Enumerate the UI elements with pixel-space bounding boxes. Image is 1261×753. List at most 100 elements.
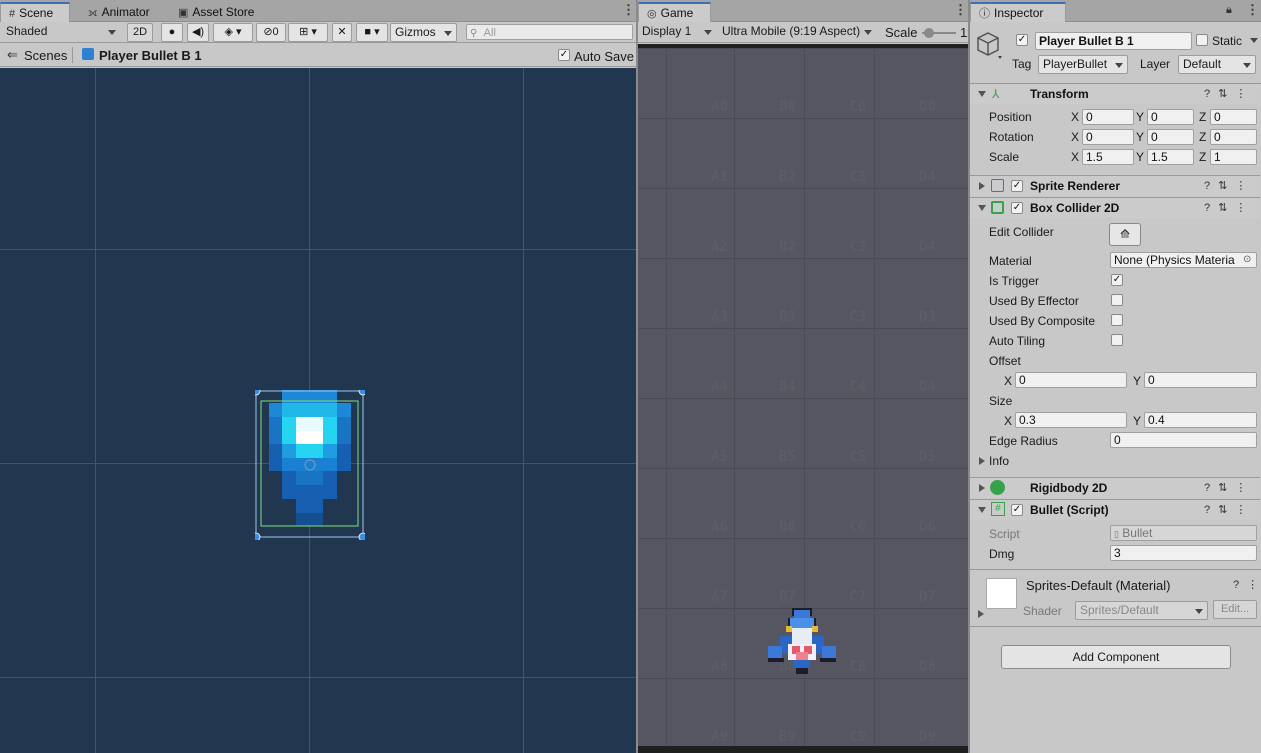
material-field[interactable]: None (Physics Materia (1110, 252, 1257, 268)
box-collider-enabled-checkbox[interactable]: ✓ (1011, 202, 1023, 214)
tab-inspector[interactable]: ⓘ Inspector (970, 2, 1066, 22)
lighting-icon[interactable]: ● (161, 23, 183, 42)
component-header-icons[interactable]: ?⇅⋮ (1204, 179, 1254, 192)
menu-icon[interactable]: ⋮ (1247, 579, 1261, 591)
scale-slider-thumb[interactable] (924, 28, 934, 38)
scene-menu-icon[interactable]: ⋮ (622, 3, 635, 16)
preset-icon[interactable]: ⇅ (1218, 88, 1235, 100)
info-fold-icon[interactable] (979, 457, 985, 465)
breadcrumb-object[interactable]: Player Bullet B 1 (99, 48, 202, 63)
gizmos-dropdown[interactable]: Gizmos (390, 23, 457, 42)
tab-scene[interactable]: # Scene (0, 2, 70, 22)
info-label[interactable]: Info (989, 454, 1009, 468)
object-name-input[interactable]: Player Bullet B 1 (1035, 32, 1192, 50)
offset-y-field[interactable]: 0 (1144, 372, 1257, 388)
auto-tiling-checkbox[interactable] (1111, 334, 1123, 346)
position-y-field[interactable]: 0 (1147, 109, 1194, 125)
sprite-renderer-fold-icon[interactable] (979, 182, 985, 190)
gameobject-cube-icon[interactable] (976, 30, 1004, 60)
menu-icon[interactable]: ⋮ (1235, 180, 1254, 192)
preset-icon[interactable]: ⇅ (1218, 482, 1235, 494)
box-collider-header[interactable]: ✓ Box Collider 2D ?⇅⋮ (970, 197, 1260, 218)
size-y-field[interactable]: 0.4 (1144, 412, 1257, 428)
transform-fold-icon[interactable] (978, 91, 986, 97)
display-dropdown[interactable]: Display 1 (638, 23, 716, 42)
game-viewport[interactable]: A0 B0 C0 D0 A1 B2 C3 D4 A2 B2 C3 D4 A3 B3 C3 D3 A4 B4 C4 D4… (638, 44, 968, 753)
used-by-composite-checkbox[interactable] (1111, 314, 1123, 326)
audio-icon[interactable]: ◀) (187, 23, 209, 42)
tools-icon[interactable]: ✕ (332, 23, 352, 42)
object-picker-icon[interactable]: ⊙ (1243, 254, 1251, 265)
component-header-icons[interactable]: ?⇅⋮ (1204, 481, 1254, 494)
rotation-y-field[interactable]: 0 (1147, 129, 1194, 145)
used-by-effector-checkbox[interactable] (1111, 294, 1123, 306)
bullet-script-enabled-checkbox[interactable]: ✓ (1011, 504, 1023, 516)
menu-icon[interactable]: ⋮ (1235, 482, 1254, 494)
aspect-dropdown[interactable]: Ultra Mobile (9:19 Aspect) (718, 23, 876, 42)
tag-dropdown[interactable]: PlayerBullet (1038, 55, 1128, 74)
position-x-field[interactable]: 0 (1082, 109, 1134, 125)
help-icon[interactable]: ? (1204, 504, 1218, 516)
add-component-button[interactable]: Add Component (1001, 645, 1231, 669)
scene-viewport[interactable] (0, 68, 636, 753)
preset-icon[interactable]: ⇅ (1218, 504, 1235, 516)
object-active-checkbox[interactable]: ✓ (1016, 34, 1028, 46)
transform-header[interactable]: ⅄ Transform ?⇅⋮ (970, 83, 1260, 104)
camera-icon[interactable]: ■ ▾ (356, 23, 388, 42)
scene-search-input[interactable]: ⚲ All (466, 24, 633, 40)
help-icon[interactable]: ? (1233, 579, 1247, 591)
grid-snap-icon[interactable]: ⊞ ▾ (288, 23, 328, 42)
scale-y-field[interactable]: 1.5 (1147, 149, 1194, 165)
static-dropdown-icon[interactable] (1250, 38, 1258, 43)
breadcrumb-scenes[interactable]: Scenes (24, 48, 67, 63)
edit-collider-button[interactable]: ⟰ (1109, 223, 1141, 246)
tab-asset-store[interactable]: ▣ Asset Store (170, 2, 262, 22)
scale-z-field[interactable]: 1 (1210, 149, 1257, 165)
game-menu-icon[interactable]: ⋮ (954, 3, 967, 16)
component-header-icons[interactable]: ?⇅⋮ (1204, 201, 1254, 214)
rigidbody-fold-icon[interactable] (979, 484, 985, 492)
rotation-x-field[interactable]: 0 (1082, 129, 1134, 145)
shading-mode-dropdown[interactable]: Shaded (2, 23, 120, 42)
hidden-objects-toggle[interactable]: ⊘0 (256, 23, 286, 42)
inspector-menu-icon[interactable]: ⋮ (1246, 3, 1259, 16)
scale-x-field[interactable]: 1.5 (1082, 149, 1134, 165)
scale-slider[interactable] (922, 28, 956, 38)
position-z-field[interactable]: 0 (1210, 109, 1257, 125)
help-icon[interactable]: ? (1204, 482, 1218, 494)
sprite-renderer-enabled-checkbox[interactable]: ✓ (1011, 180, 1023, 192)
tab-game[interactable]: ◎ Game (638, 2, 711, 22)
tab-animator[interactable]: ⟗ Animator (80, 2, 158, 22)
help-icon[interactable]: ? (1204, 88, 1218, 100)
component-header-icons[interactable]: ?⇅⋮ (1204, 503, 1254, 516)
is-trigger-checkbox[interactable]: ✓ (1111, 274, 1123, 286)
material-fold-icon[interactable] (978, 610, 984, 618)
preset-icon[interactable]: ⇅ (1218, 202, 1235, 214)
bullet-script-header[interactable]: # ✓ Bullet (Script) ?⇅⋮ (970, 499, 1260, 520)
mode-2d-button[interactable]: 2D (127, 23, 153, 42)
preset-icon[interactable]: ⇅ (1218, 180, 1235, 192)
size-x-field[interactable]: 0.3 (1015, 412, 1127, 428)
menu-icon[interactable]: ⋮ (1235, 504, 1254, 516)
bullet-sprite[interactable] (255, 390, 365, 540)
rotation-z-field[interactable]: 0 (1210, 129, 1257, 145)
material-header-icons[interactable]: ?⋮ (1233, 578, 1261, 591)
edge-radius-field[interactable]: 0 (1110, 432, 1257, 448)
offset-x-field[interactable]: 0 (1015, 372, 1127, 388)
help-icon[interactable]: ? (1204, 202, 1218, 214)
sprite-renderer-header[interactable]: ✓ Sprite Renderer ?⇅⋮ (970, 175, 1260, 196)
rigidbody-header[interactable]: Rigidbody 2D ?⇅⋮ (970, 477, 1260, 498)
dmg-field[interactable]: 3 (1110, 545, 1257, 561)
help-icon[interactable]: ? (1204, 180, 1218, 192)
auto-save-checkbox[interactable]: ✓ (558, 49, 570, 61)
component-header-icons[interactable]: ?⇅⋮ (1204, 87, 1254, 100)
menu-icon[interactable]: ⋮ (1235, 88, 1254, 100)
layer-dropdown[interactable]: Default (1178, 55, 1256, 74)
scenes-back-icon[interactable]: ⇐ (7, 47, 18, 63)
static-checkbox[interactable] (1196, 34, 1208, 46)
bullet-script-fold-icon[interactable] (978, 507, 986, 513)
box-collider-fold-icon[interactable] (978, 205, 986, 211)
effects-icon[interactable]: ◈ ▾ (213, 23, 253, 42)
menu-icon[interactable]: ⋮ (1235, 202, 1254, 214)
lock-icon[interactable]: 🔒︎ (1226, 4, 1232, 17)
